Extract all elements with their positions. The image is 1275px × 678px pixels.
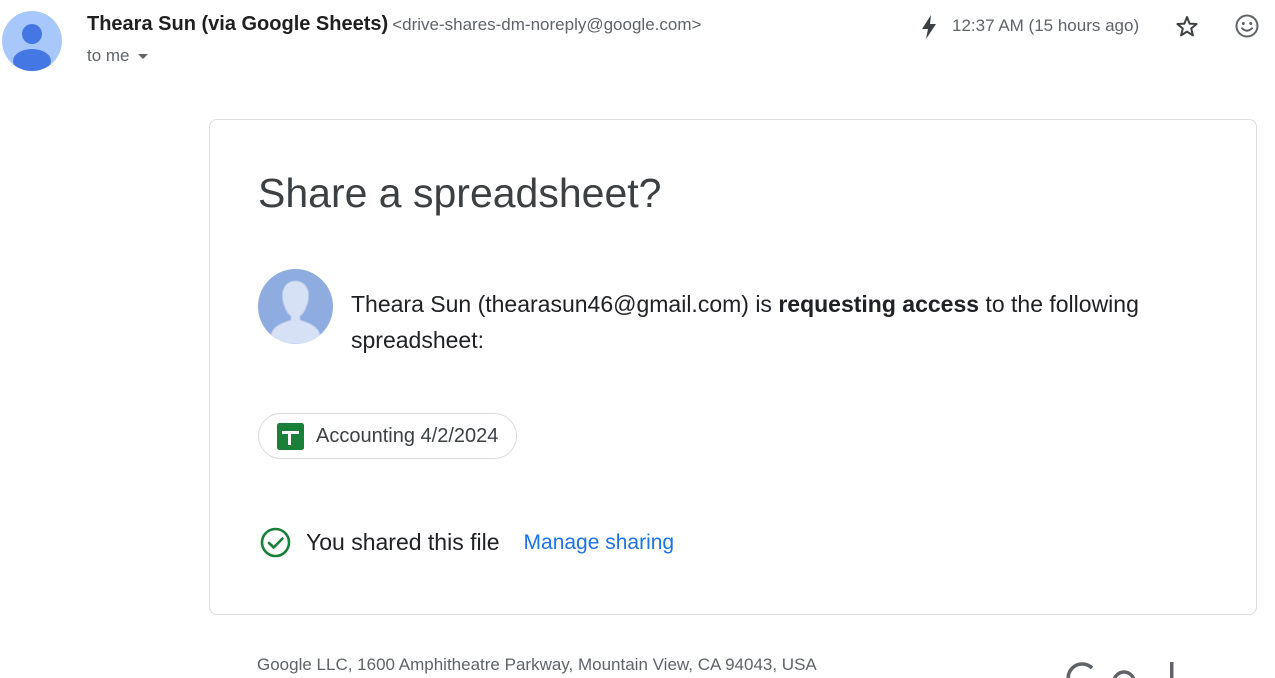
person-silhouette-icon	[270, 280, 321, 344]
sender-name[interactable]: Theara Sun (via Google Sheets)	[87, 13, 388, 35]
sender-line: Theara Sun (via Google Sheets) <drive-sha…	[87, 13, 701, 36]
request-message: Theara Sun (thearasun46@gmail.com) is re…	[351, 286, 1211, 358]
footer-address: Google LLC, 1600 Amphitheatre Parkway, M…	[257, 655, 817, 674]
requester-avatar	[258, 269, 333, 344]
share-request-card: Share a spreadsheet? Theara Sun (thearas…	[209, 119, 1257, 615]
lightning-bolt-icon	[922, 15, 936, 39]
sender-avatar[interactable]	[2, 11, 62, 71]
caret-down-icon	[137, 53, 148, 59]
recipient-label: to me	[87, 46, 130, 65]
sender-email: <drive-shares-dm-noreply@google.com>	[392, 15, 702, 34]
shared-status-text: You shared this file	[306, 529, 500, 555]
timestamp: 12:37 AM (15 hours ago)	[952, 16, 1140, 35]
check-circle-icon	[260, 527, 291, 558]
person-icon	[13, 24, 51, 71]
manage-sharing-link[interactable]: Manage sharing	[524, 531, 675, 555]
google-sheets-icon	[277, 422, 304, 450]
star-icon[interactable]	[1173, 13, 1201, 41]
file-chip[interactable]: Accounting 4/2/2024	[258, 413, 518, 459]
shared-status-row: You shared this file Manage sharing	[260, 527, 674, 558]
request-prefix: Theara Sun (thearasun46@gmail.com) is	[351, 291, 779, 317]
request-emphasis: requesting access	[778, 291, 980, 317]
recipient-dropdown[interactable]: to me	[87, 46, 148, 66]
file-name: Accounting 4/2/2024	[316, 424, 499, 447]
card-title: Share a spreadsheet?	[258, 170, 662, 216]
smiley-icon[interactable]	[1233, 12, 1261, 40]
